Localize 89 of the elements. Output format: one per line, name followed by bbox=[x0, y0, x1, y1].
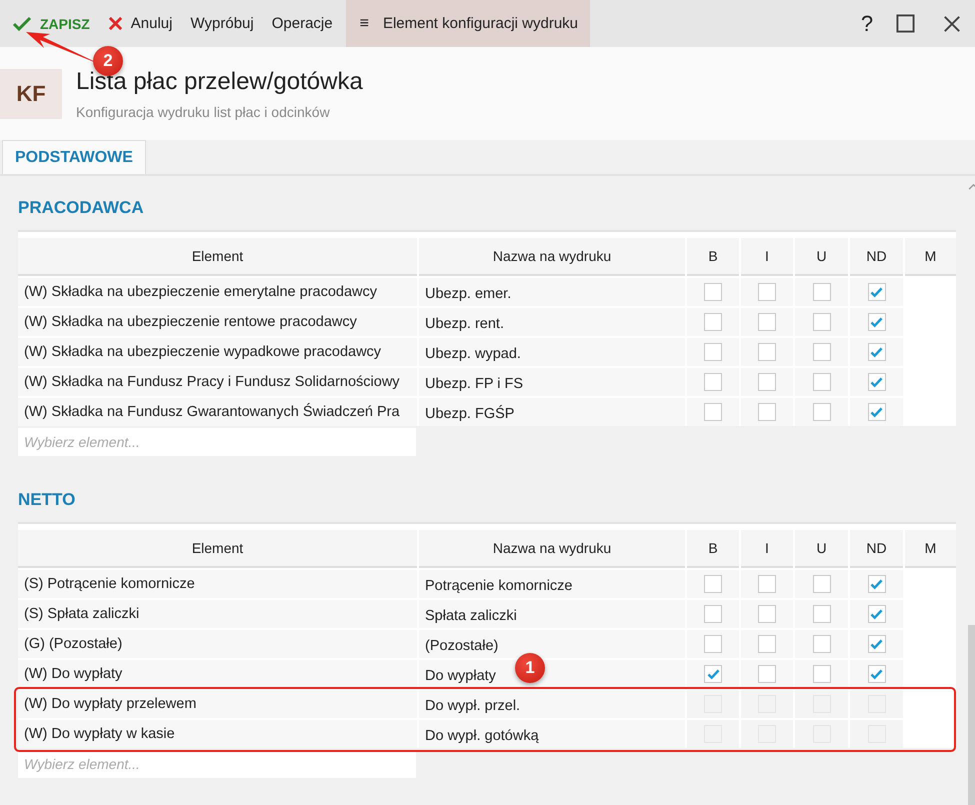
operations-button[interactable]: Operacje bbox=[262, 0, 342, 47]
checkbox[interactable] bbox=[812, 283, 830, 301]
table-cell: Ubezp. FGŚP bbox=[419, 398, 685, 426]
checkbox[interactable] bbox=[812, 575, 830, 593]
column-header: ND bbox=[850, 530, 903, 568]
checkbox[interactable] bbox=[758, 313, 776, 331]
maximize-icon[interactable] bbox=[896, 14, 915, 33]
table-cell: (W) Składka na Fundusz Pracy i Fundusz Solidarnościowy bbox=[18, 368, 417, 396]
table-cell: Ubezp. wypad. bbox=[419, 338, 685, 366]
checkbox[interactable] bbox=[704, 343, 722, 361]
table-cell: Do wypł. gotówką bbox=[419, 720, 685, 748]
checkbox[interactable] bbox=[704, 605, 722, 623]
element-menu-button[interactable]: ≡ Element konfiguracji wydruku bbox=[346, 0, 590, 47]
table-cell: (W) Składka na ubezpieczenie emerytalne pracodawcy bbox=[18, 278, 417, 306]
column-header: B bbox=[687, 530, 739, 568]
column-header: I bbox=[741, 238, 793, 276]
table-cell: Ubezp. emer. bbox=[419, 278, 685, 306]
column-header: U bbox=[795, 238, 848, 276]
checkbox[interactable] bbox=[704, 403, 722, 421]
checkbox[interactable] bbox=[868, 373, 886, 391]
section-title: NETTO bbox=[18, 490, 76, 510]
column-header: Nazwa na wydruku bbox=[419, 238, 685, 276]
checkbox[interactable] bbox=[868, 313, 886, 331]
table-cell: (S) Spłata zaliczki bbox=[18, 600, 417, 628]
table-cell: (S) Potrącenie komornicze bbox=[18, 570, 417, 598]
table-cell: (W) Składka na ubezpieczenie rentowe pracodawcy bbox=[18, 308, 417, 336]
checkbox[interactable] bbox=[812, 403, 830, 421]
checkbox[interactable] bbox=[704, 635, 722, 653]
checkbox[interactable] bbox=[812, 605, 830, 623]
table-cell: (Pozostałe) bbox=[419, 630, 685, 658]
checkbox[interactable] bbox=[704, 313, 722, 331]
checkbox[interactable] bbox=[812, 373, 830, 391]
column-header: M bbox=[905, 530, 956, 568]
column-header: ND bbox=[850, 238, 903, 276]
column-header: Nazwa na wydruku bbox=[419, 530, 685, 568]
section-title: PRACODAWCA bbox=[18, 198, 145, 218]
checkmark-icon bbox=[12, 16, 32, 32]
table-cell: Potrącenie komornicze bbox=[419, 570, 685, 598]
tab[interactable]: PODSTAWOWE bbox=[2, 140, 146, 174]
table-cell: Ubezp. FP i FS bbox=[419, 368, 685, 396]
close-icon bbox=[108, 16, 123, 31]
checkbox[interactable] bbox=[868, 635, 886, 653]
checkbox[interactable] bbox=[758, 403, 776, 421]
checkbox[interactable] bbox=[868, 403, 886, 421]
checkbox[interactable] bbox=[812, 635, 830, 653]
checkbox[interactable] bbox=[868, 605, 886, 623]
close-icon[interactable] bbox=[943, 14, 961, 32]
table-cell: Spłata zaliczki bbox=[419, 600, 685, 628]
checkbox[interactable] bbox=[868, 343, 886, 361]
element-picker-field[interactable]: Wybierz element... bbox=[18, 750, 416, 778]
element-picker-field[interactable]: Wybierz element... bbox=[18, 428, 416, 456]
scrollbar-thumb[interactable] bbox=[968, 625, 975, 805]
checkbox[interactable] bbox=[758, 343, 776, 361]
try-button[interactable]: Wypróbuj bbox=[181, 0, 263, 47]
column-header: B bbox=[687, 238, 739, 276]
checkbox[interactable] bbox=[812, 343, 830, 361]
save-button[interactable]: ZAPISZ bbox=[8, 0, 99, 47]
checkbox[interactable] bbox=[758, 575, 776, 593]
checkbox[interactable] bbox=[758, 635, 776, 653]
column-header: U bbox=[795, 530, 848, 568]
column-header: M bbox=[905, 238, 956, 276]
help-button[interactable]: ? bbox=[852, 0, 882, 47]
table-cell: (W) Do wypłaty bbox=[18, 660, 417, 688]
table-cell: (W) Składka na ubezpieczenie wypadkowe pracodawcy bbox=[18, 338, 417, 366]
table-cell: (W) Do wypłaty przelewem bbox=[18, 690, 417, 718]
checkbox[interactable] bbox=[758, 665, 776, 683]
table-cell: Do wypł. przel. bbox=[419, 690, 685, 718]
checkbox[interactable] bbox=[704, 665, 722, 683]
checkbox[interactable] bbox=[758, 283, 776, 301]
table-cell: Ubezp. rent. bbox=[419, 308, 685, 336]
document-badge: KF bbox=[0, 68, 62, 118]
cancel-button[interactable]: Anuluj bbox=[98, 0, 182, 47]
checkbox[interactable] bbox=[704, 373, 722, 391]
column-header: Element bbox=[18, 238, 417, 276]
checkbox[interactable] bbox=[704, 283, 722, 301]
checkbox[interactable] bbox=[868, 283, 886, 301]
checkbox[interactable] bbox=[868, 575, 886, 593]
checkbox[interactable] bbox=[812, 313, 830, 331]
checkbox[interactable] bbox=[758, 605, 776, 623]
checkbox[interactable] bbox=[704, 575, 722, 593]
column-header: Element bbox=[18, 530, 417, 568]
table-cell: (W) Do wypłaty w kasie bbox=[18, 720, 417, 748]
table-cell: (W) Składka na Fundusz Gwarantowanych Świadczeń Pra bbox=[18, 398, 417, 426]
checkbox[interactable] bbox=[812, 665, 830, 683]
checkbox[interactable] bbox=[758, 373, 776, 391]
page-subtitle: Konfiguracja wydruku list płac i odcinków bbox=[76, 104, 331, 120]
checkbox[interactable] bbox=[868, 665, 886, 683]
table-cell: (G) (Pozostałe) bbox=[18, 630, 417, 658]
column-header: I bbox=[741, 530, 793, 568]
